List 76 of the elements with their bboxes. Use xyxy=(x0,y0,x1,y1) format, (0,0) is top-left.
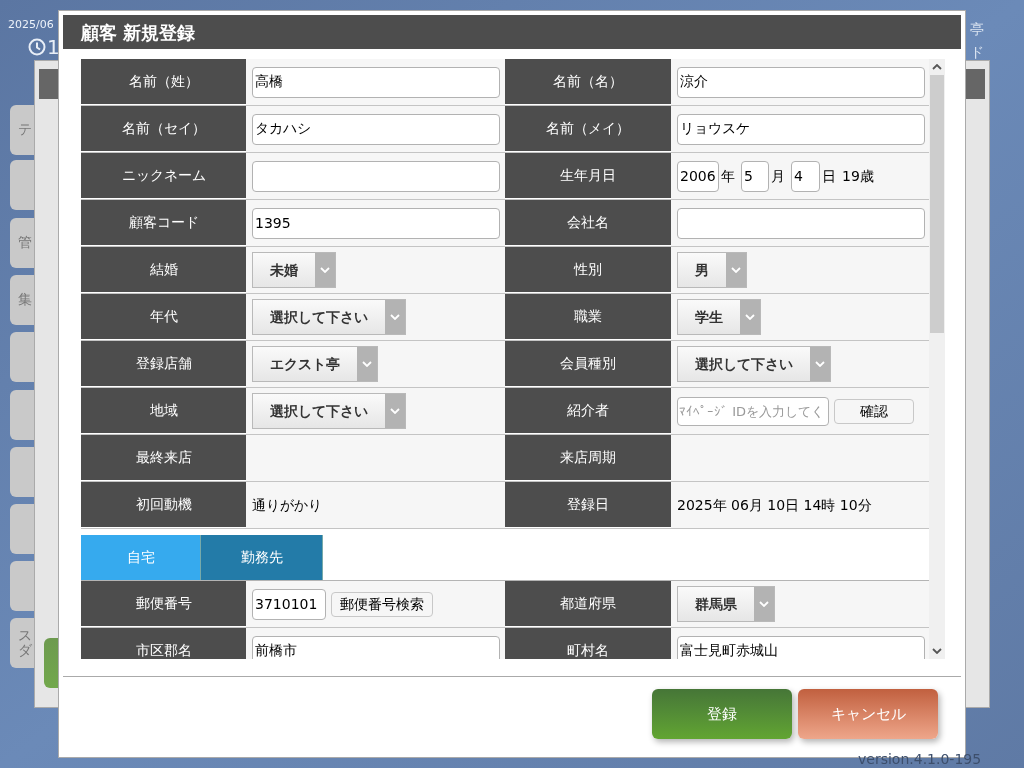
side-button[interactable] xyxy=(10,390,34,440)
field-value: 2025年 06月 10日 14時 10分 xyxy=(677,495,872,515)
scroll-down-icon xyxy=(932,648,942,654)
field-label: ニックネーム xyxy=(81,153,246,199)
text-field[interactable]: 1395 xyxy=(252,207,500,239)
header-text: ド xyxy=(970,43,984,62)
text-field[interactable]: 3710101 xyxy=(252,588,326,620)
text-field[interactable] xyxy=(252,160,500,192)
text-field[interactable]: 4 xyxy=(791,160,820,192)
text-field[interactable]: リョウスケ xyxy=(677,113,925,145)
field-label: 都道府県 xyxy=(505,581,671,627)
text-field[interactable]: タカハシ xyxy=(252,113,500,145)
side-button[interactable] xyxy=(10,160,34,210)
select-field[interactable]: 男 xyxy=(677,252,747,288)
field-label: 名前（名） xyxy=(505,59,671,105)
side-button-label: 管 xyxy=(18,235,32,251)
field-label: 来店周期 xyxy=(505,435,671,481)
header-text: 亭 xyxy=(970,20,984,39)
field-label: 地域 xyxy=(81,388,246,434)
scrollbar[interactable] xyxy=(929,59,945,659)
field-label: 職業 xyxy=(505,294,671,340)
field-label: 名前（姓） xyxy=(81,59,246,105)
field-label: 郵便番号 xyxy=(81,581,246,627)
dialog-title: 顧客 新規登録 xyxy=(63,15,961,49)
field-label: 町村名 xyxy=(505,628,671,659)
age-text: 19歳 xyxy=(842,166,874,186)
text-field[interactable]: 2006 xyxy=(677,160,719,192)
select-field[interactable]: 群馬県 xyxy=(677,586,775,622)
text-field[interactable]: 前橋市 xyxy=(252,635,500,659)
side-button[interactable] xyxy=(10,561,34,611)
field-label: 市区郡名 xyxy=(81,628,246,659)
field-label: 年代 xyxy=(81,294,246,340)
register-button[interactable]: 登録 xyxy=(652,689,792,739)
text-field[interactable]: 涼介 xyxy=(677,66,925,98)
field-label: 顧客コード xyxy=(81,200,246,246)
id-field[interactable]: ﾏｲﾍﾟｰｼﾞ IDを入力してく xyxy=(677,396,829,426)
unit-label: 年 xyxy=(721,166,735,186)
field-label: 性別 xyxy=(505,247,671,293)
select-field[interactable]: 選択して下さい xyxy=(677,346,831,382)
side-button[interactable] xyxy=(10,332,34,382)
select-field[interactable]: 選択して下さい xyxy=(252,299,406,335)
time-text: 1 xyxy=(47,37,60,57)
scroll-up-icon xyxy=(932,64,942,70)
field-label: 会員種別 xyxy=(505,341,671,387)
address-tab[interactable]: 勤務先 xyxy=(201,535,323,580)
field-label: 結婚 xyxy=(81,247,246,293)
field-label: 登録店舗 xyxy=(81,341,246,387)
confirm-button[interactable]: 確認 xyxy=(834,398,914,424)
select-field[interactable]: エクスト亭 xyxy=(252,346,378,382)
text-field[interactable]: 富士見町赤城山 xyxy=(677,635,925,659)
unit-label: 月 xyxy=(771,166,785,186)
field-label: 紹介者 xyxy=(505,388,671,434)
select-field[interactable]: 学生 xyxy=(677,299,761,335)
unit-label: 日 xyxy=(822,166,836,186)
side-button[interactable] xyxy=(10,447,34,497)
scrollbar-thumb[interactable] xyxy=(930,75,944,333)
select-field[interactable]: 選択して下さい xyxy=(252,393,406,429)
text-field[interactable]: 5 xyxy=(741,160,769,192)
clock-icon xyxy=(28,38,46,56)
field-label: 名前（メイ） xyxy=(505,106,671,152)
field-label: 初回動機 xyxy=(81,482,246,528)
field-label: 登録日 xyxy=(505,482,671,528)
date-text: 2025/06 xyxy=(8,17,54,33)
field-value: 通りがかり xyxy=(252,495,322,515)
select-field[interactable]: 未婚 xyxy=(252,252,336,288)
text-field[interactable] xyxy=(677,207,925,239)
field-label: 最終来店 xyxy=(81,435,246,481)
side-button[interactable] xyxy=(10,504,34,554)
side-button-label: 集 xyxy=(18,292,32,308)
field-label: 会社名 xyxy=(505,200,671,246)
field-label: 名前（セイ） xyxy=(81,106,246,152)
field-label: 生年月日 xyxy=(505,153,671,199)
text-field[interactable]: 高橋 xyxy=(252,66,500,98)
postal-search-button[interactable]: 郵便番号検索 xyxy=(331,591,433,617)
side-button-label: テ xyxy=(18,122,32,138)
side-button-label: スダ xyxy=(18,627,32,659)
